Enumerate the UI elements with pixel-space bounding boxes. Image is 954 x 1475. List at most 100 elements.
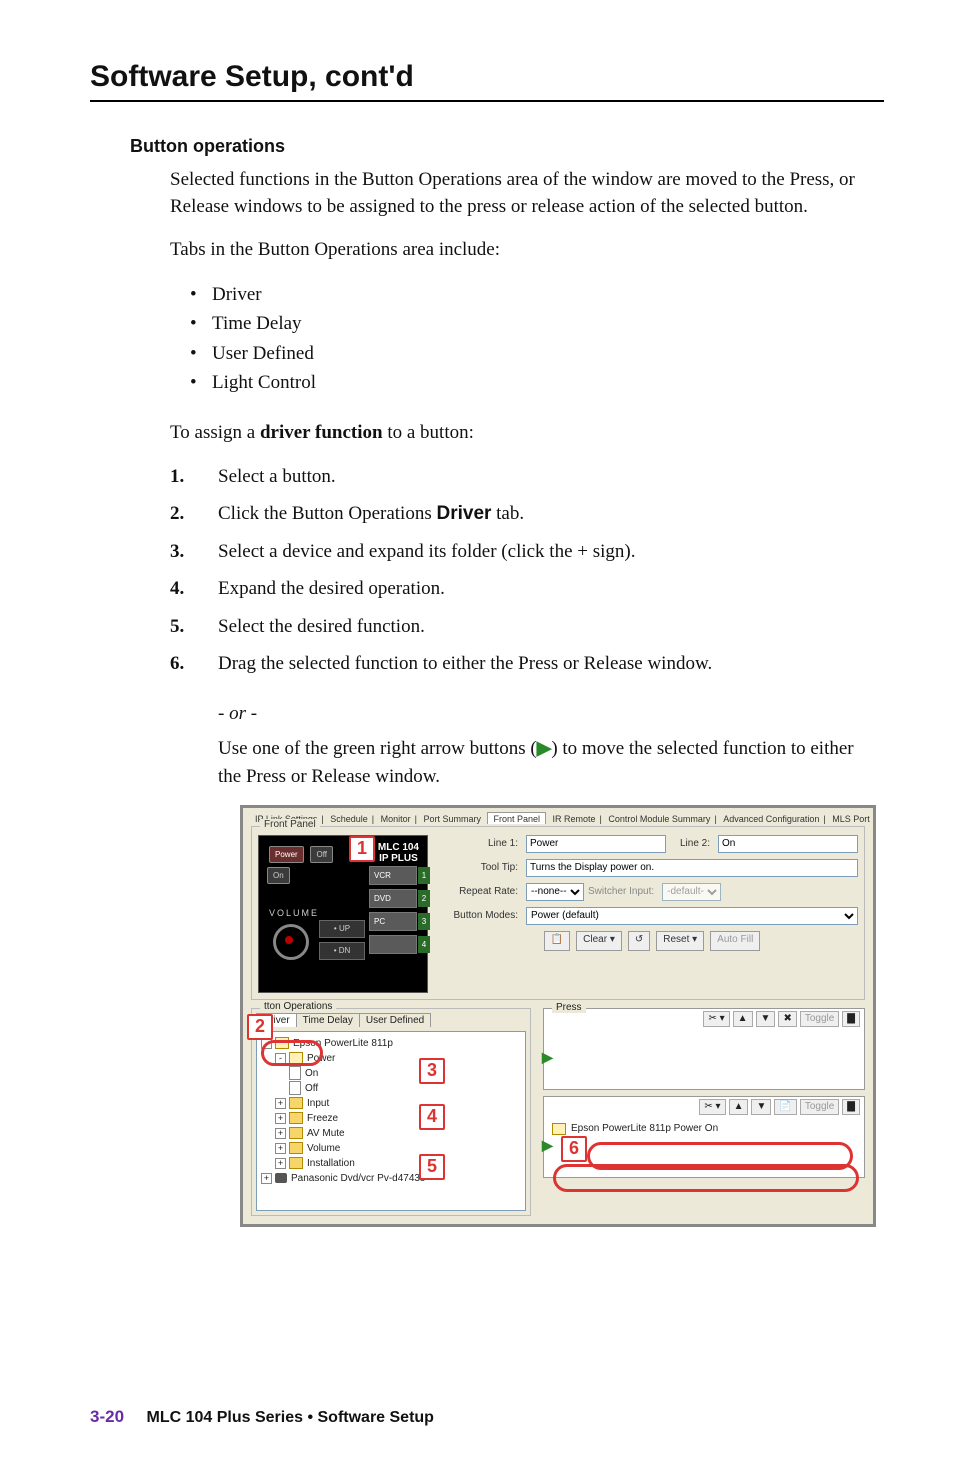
hw-btn-on[interactable]: On bbox=[267, 867, 290, 884]
reset-button[interactable]: Reset ▾ bbox=[656, 931, 704, 951]
repeat-label: Repeat Rate: bbox=[448, 886, 522, 897]
callout-ring bbox=[261, 1040, 323, 1066]
modes-label: Button Modes: bbox=[448, 910, 522, 921]
group-legend: Front Panel bbox=[260, 819, 320, 830]
tab-user-defined[interactable]: User Defined bbox=[359, 1013, 431, 1027]
tab-time-delay[interactable]: Time Delay bbox=[296, 1013, 360, 1027]
expand-icon[interactable]: + bbox=[275, 1113, 286, 1124]
tree-leaf[interactable]: On bbox=[305, 1068, 318, 1079]
line1-input[interactable] bbox=[526, 835, 666, 853]
device-model-label: MLC 104IP PLUS bbox=[378, 842, 419, 864]
switcher-select: -default- bbox=[662, 883, 721, 901]
hw-btn-up[interactable]: • UP bbox=[319, 920, 365, 938]
toolbar-color-icon[interactable]: ▇ bbox=[842, 1099, 860, 1115]
callout-4: 4 bbox=[419, 1104, 445, 1130]
or-text: - or - bbox=[218, 700, 858, 728]
list-item: Driver bbox=[190, 280, 884, 309]
folder-icon bbox=[289, 1127, 303, 1139]
front-panel-group: Front Panel MLC 104IP PLUS Power Off On … bbox=[251, 826, 865, 1000]
tooltip-label: Tool Tip: bbox=[448, 862, 522, 873]
tab-front-panel[interactable]: Front Panel bbox=[487, 812, 546, 824]
toolbar-cut-icon[interactable]: ✂ ▾ bbox=[699, 1099, 725, 1115]
page-footer: 3-20 MLC 104 Plus Series • Software Setu… bbox=[90, 1407, 434, 1427]
hw-btn-dn[interactable]: • DN bbox=[319, 942, 365, 960]
step-text: Drag the selected function to either the… bbox=[218, 650, 884, 678]
expand-icon[interactable]: + bbox=[275, 1158, 286, 1169]
right-arrow-icon[interactable]: ▶ bbox=[542, 1049, 553, 1066]
tree-leaf[interactable]: Off bbox=[305, 1083, 318, 1094]
toolbar-copy-icon[interactable]: 📄 bbox=[774, 1099, 796, 1115]
modes-select[interactable]: Power (default) bbox=[526, 907, 858, 925]
repeat-select[interactable]: --none-- bbox=[526, 883, 584, 901]
volume-knob-icon[interactable] bbox=[273, 924, 309, 960]
expand-icon[interactable]: + bbox=[275, 1098, 286, 1109]
tabs-intro: Tabs in the Button Operations area inclu… bbox=[170, 237, 884, 264]
step-text: Select a device and expand its folder (c… bbox=[218, 538, 884, 566]
toolbar-up-icon[interactable]: ▲ bbox=[733, 1011, 753, 1027]
expand-icon[interactable]: + bbox=[275, 1143, 286, 1154]
ops-tabs[interactable]: Driver Time Delay User Defined bbox=[256, 1013, 526, 1027]
release-list-item[interactable]: Epson PowerLite 811p Power On bbox=[552, 1123, 856, 1135]
volume-label: VOLUME bbox=[269, 908, 319, 918]
ir-icon bbox=[275, 1173, 287, 1183]
toolbar-cut-icon[interactable]: ✂ ▾ bbox=[703, 1011, 729, 1027]
reset-icon[interactable]: ↺ bbox=[628, 931, 650, 951]
tabs-list: Driver Time Delay User Defined Light Con… bbox=[190, 280, 884, 398]
footer-page-number: 3-20 bbox=[90, 1407, 124, 1426]
toolbar-up-icon[interactable]: ▲ bbox=[729, 1099, 749, 1115]
section-heading: Button operations bbox=[130, 136, 884, 157]
tab-adv-config[interactable]: Advanced Configuration bbox=[719, 814, 823, 824]
hw-btn-pc[interactable]: PC3 bbox=[369, 912, 417, 931]
expand-icon[interactable]: + bbox=[275, 1128, 286, 1139]
tooltip-input[interactable] bbox=[526, 859, 858, 877]
right-arrow-icon: ▶ bbox=[537, 738, 552, 759]
tab-monitor[interactable]: Monitor bbox=[377, 814, 415, 824]
expand-icon[interactable]: + bbox=[261, 1173, 272, 1184]
tab-port-summary[interactable]: Port Summary bbox=[419, 814, 485, 824]
page-title: Software Setup, cont'd bbox=[90, 60, 884, 94]
line2-input[interactable] bbox=[718, 835, 858, 853]
app-window: IP Link Settings| Schedule| Monitor| Por… bbox=[240, 805, 876, 1227]
tree-node[interactable]: AV Mute bbox=[307, 1128, 345, 1139]
hw-btn-vcr[interactable]: VCR1 bbox=[369, 866, 417, 885]
tree-node[interactable]: Volume bbox=[307, 1143, 340, 1154]
title-rule bbox=[90, 100, 884, 102]
tab-ctrl-mod[interactable]: Control Module Summary bbox=[604, 814, 714, 824]
clear-button[interactable]: Clear ▾ bbox=[576, 931, 622, 951]
toolbar-down-icon[interactable]: ▼ bbox=[756, 1011, 776, 1027]
top-tab-row[interactable]: IP Link Settings| Schedule| Monitor| Por… bbox=[243, 808, 873, 824]
page-icon bbox=[289, 1081, 301, 1095]
tab-schedule[interactable]: Schedule bbox=[326, 814, 372, 824]
tab-mls-port[interactable]: MLS Port bbox=[828, 814, 873, 824]
toggle-button: Toggle bbox=[800, 1099, 839, 1115]
tree-node[interactable]: Input bbox=[307, 1098, 329, 1109]
toolbar-color-icon[interactable]: ▇ bbox=[842, 1011, 860, 1027]
folder-icon bbox=[289, 1157, 303, 1169]
hw-btn-power[interactable]: Power bbox=[269, 846, 304, 863]
step-text: Click the Button Operations Driver tab. bbox=[218, 500, 884, 528]
press-label: Press bbox=[552, 1002, 586, 1013]
list-item: User Defined bbox=[190, 339, 884, 368]
hw-btn-4[interactable]: 4 bbox=[369, 935, 417, 954]
step-text: Select a button. bbox=[218, 463, 884, 491]
tree-node[interactable]: Installation bbox=[307, 1158, 355, 1169]
right-arrow-icon[interactable]: ▶ bbox=[542, 1137, 553, 1154]
paste-icon[interactable]: 📋 bbox=[544, 931, 570, 951]
tab-ir-remote[interactable]: IR Remote bbox=[549, 814, 600, 824]
folder-icon bbox=[289, 1112, 303, 1124]
press-pane[interactable]: Press ✂ ▾ ▲ ▼ ✖ Toggle ▇ ▶ bbox=[543, 1008, 865, 1090]
toolbar-delete-icon[interactable]: ✖ bbox=[778, 1011, 796, 1027]
folder-icon bbox=[289, 1142, 303, 1154]
hw-btn-dvd[interactable]: DVD2 bbox=[369, 889, 417, 908]
assign-lead: To assign a driver function to a button: bbox=[170, 420, 884, 447]
tree-node[interactable]: Freeze bbox=[307, 1113, 338, 1124]
toolbar-down-icon[interactable]: ▼ bbox=[751, 1099, 771, 1115]
hw-btn-off[interactable]: Off bbox=[310, 846, 333, 863]
tree-root[interactable]: Panasonic Dvd/vcr Pv-d4743s bbox=[291, 1173, 425, 1184]
steps-list: 1.Select a button. 2.Click the Button Op… bbox=[170, 463, 884, 678]
hardware-panel[interactable]: MLC 104IP PLUS Power Off On VOLUME • UP … bbox=[258, 835, 428, 993]
toggle-button: Toggle bbox=[800, 1011, 839, 1027]
autofill-button: Auto Fill bbox=[710, 931, 760, 951]
callout-2: 2 bbox=[247, 1014, 273, 1040]
intro-paragraph: Selected functions in the Button Operati… bbox=[170, 167, 884, 221]
